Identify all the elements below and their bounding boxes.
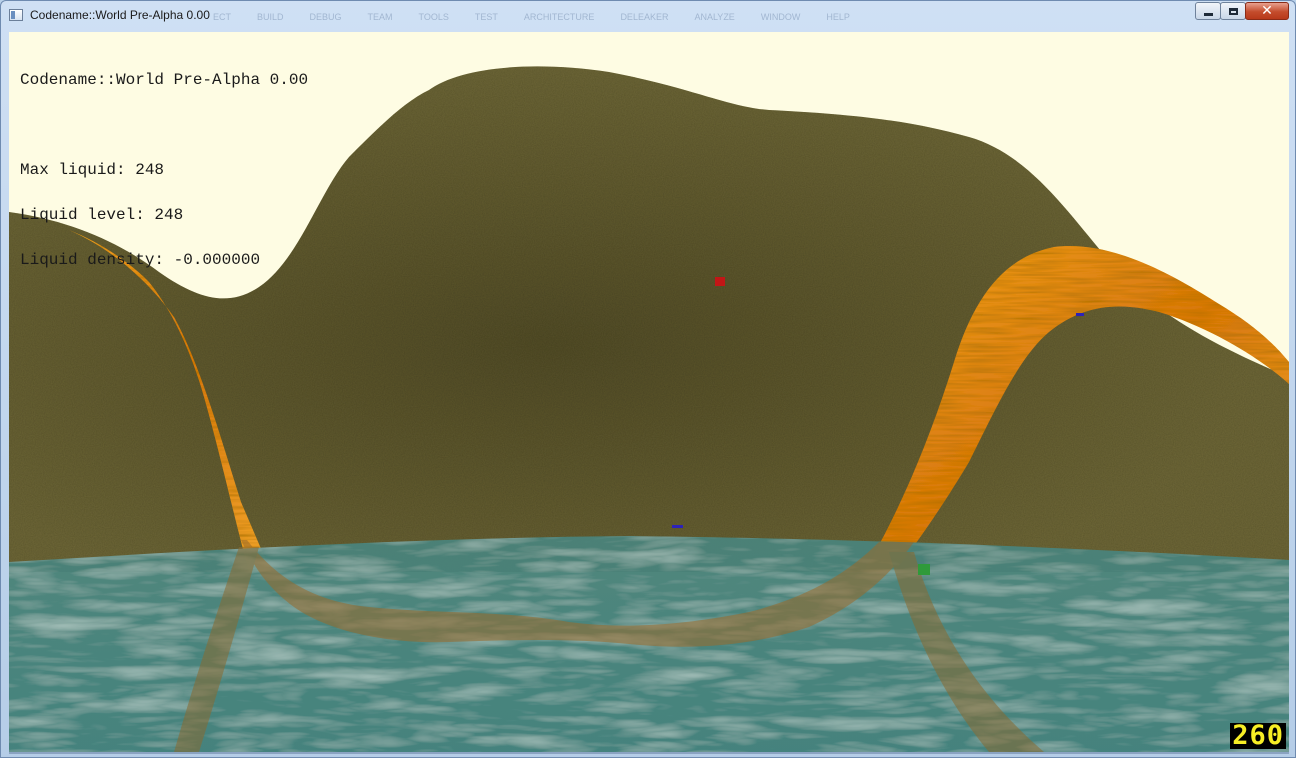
- ghost-menu-item: DELEAKER: [620, 12, 669, 22]
- debug-hud: Codename::World Pre-Alpha 0.00 Max liqui…: [20, 43, 308, 298]
- application-window: Codename::World Pre-Alpha 0.00 ECT BUILD…: [0, 0, 1296, 758]
- ghost-menu-item: DEBUG: [309, 12, 342, 22]
- minimize-icon: [1203, 12, 1213, 16]
- hud-liquid-level: Liquid level: 248: [20, 206, 184, 224]
- hud-spacer: [20, 118, 308, 133]
- maximize-icon: [1228, 7, 1238, 15]
- ghost-menu-item: WINDOW: [760, 12, 801, 22]
- ghost-menu-item: TEAM: [367, 12, 393, 22]
- close-button[interactable]: ✕: [1245, 2, 1289, 20]
- hud-max-liquid: Max liquid: 248: [20, 161, 165, 179]
- close-icon: ✕: [1261, 3, 1273, 19]
- ghost-menu-item: BUILD: [257, 12, 284, 22]
- ghost-menu-item: ARCHITECTURE: [523, 12, 595, 22]
- title-bar[interactable]: Codename::World Pre-Alpha 0.00 ECT BUILD…: [1, 1, 1295, 31]
- ghost-menu-item: HELP: [826, 12, 850, 22]
- hud-title: Codename::World Pre-Alpha 0.00: [20, 71, 309, 89]
- window-controls: ✕: [1195, 2, 1289, 20]
- background-ghost-menu: ECT BUILD DEBUG TEAM TOOLS TEST ARCHITEC…: [213, 12, 876, 22]
- ghost-menu-item: ANALYZE: [694, 12, 735, 22]
- fps-counter: 260: [1230, 720, 1286, 751]
- maximize-button[interactable]: [1220, 2, 1246, 20]
- app-window-icon[interactable]: [9, 9, 23, 21]
- blue-marker-far: [1076, 313, 1084, 316]
- green-marker: [918, 564, 930, 575]
- ghost-menu-item: ECT: [213, 12, 231, 22]
- window-title: Codename::World Pre-Alpha 0.00: [30, 8, 210, 22]
- window-bottom-border: [9, 752, 1289, 754]
- game-viewport[interactable]: Codename::World Pre-Alpha 0.00 Max liqui…: [9, 32, 1289, 752]
- blue-marker: [672, 525, 683, 528]
- minimize-button[interactable]: [1195, 2, 1221, 20]
- hud-liquid-density: Liquid density: -0.000000: [20, 251, 261, 269]
- ghost-menu-item: TOOLS: [418, 12, 449, 22]
- red-marker: [715, 277, 725, 286]
- ghost-menu-item: TEST: [474, 12, 498, 22]
